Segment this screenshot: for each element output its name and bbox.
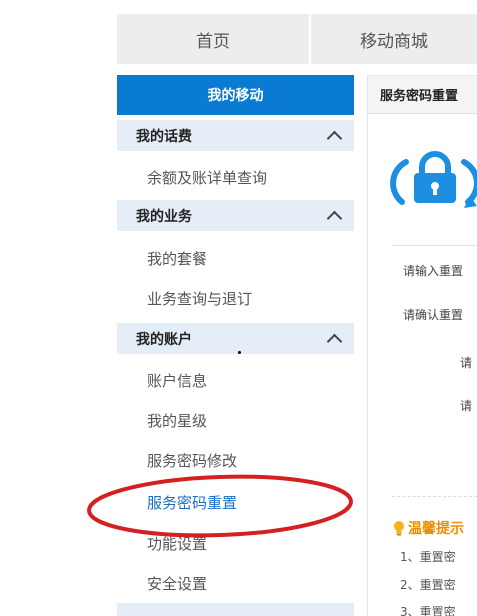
chevron-up-icon[interactable]	[326, 130, 343, 147]
nav-tab-home[interactable]: 首页	[117, 14, 309, 64]
chevron-up-icon[interactable]	[326, 333, 343, 350]
sidebar-group-label: 我的话费	[136, 128, 192, 145]
sidebar-item-account-info[interactable]: 账户信息	[147, 369, 207, 393]
sidebar-item-password-change[interactable]: 服务密码修改	[147, 449, 237, 469]
chevron-up-icon[interactable]	[326, 210, 343, 227]
page-title: 服务密码重置	[368, 76, 477, 114]
sidebar-item-business-query[interactable]: 业务查询与退订	[147, 287, 252, 311]
form-label-3: 请	[460, 356, 473, 370]
tip-line: 1、重置密	[400, 550, 456, 564]
sidebar-header: 我的移动	[117, 75, 354, 115]
form-label-4: 请	[460, 399, 473, 413]
sidebar-item-security-settings[interactable]: 安全设置	[147, 572, 207, 596]
confirm-password-label: 请确认重置	[403, 308, 464, 322]
lock-reset-icon	[390, 151, 477, 208]
tips-title: 温馨提示	[392, 518, 464, 538]
sidebar-group-business[interactable]: 我的业务	[117, 200, 354, 231]
lightbulb-icon	[394, 521, 404, 536]
tips-title-text: 温馨提示	[408, 521, 464, 537]
sidebar-item-my-package[interactable]: 我的套餐	[147, 247, 207, 271]
sidebar-item-star-level[interactable]: 我的星级	[147, 409, 207, 433]
tip-line: 2、重置密	[400, 578, 456, 592]
cursor-dot	[238, 351, 241, 354]
sidebar-group-label: 我的账户	[136, 331, 192, 348]
sidebar-group-billing[interactable]: 我的话费	[117, 120, 354, 151]
annotation-ellipse	[87, 474, 353, 538]
sidebar-group-label: 我的业务	[136, 208, 192, 225]
sidebar-group-account[interactable]: 我的账户	[117, 323, 354, 354]
divider	[392, 245, 477, 246]
sidebar-item-balance-query[interactable]: 余额及账详单查询	[147, 166, 267, 190]
dashed-divider	[392, 496, 477, 497]
new-password-label: 请输入重置	[403, 264, 464, 278]
sidebar-next-group	[117, 603, 354, 616]
nav-tab-mall[interactable]: 移动商城	[311, 14, 477, 64]
tip-line: 3、重置密	[400, 605, 456, 616]
